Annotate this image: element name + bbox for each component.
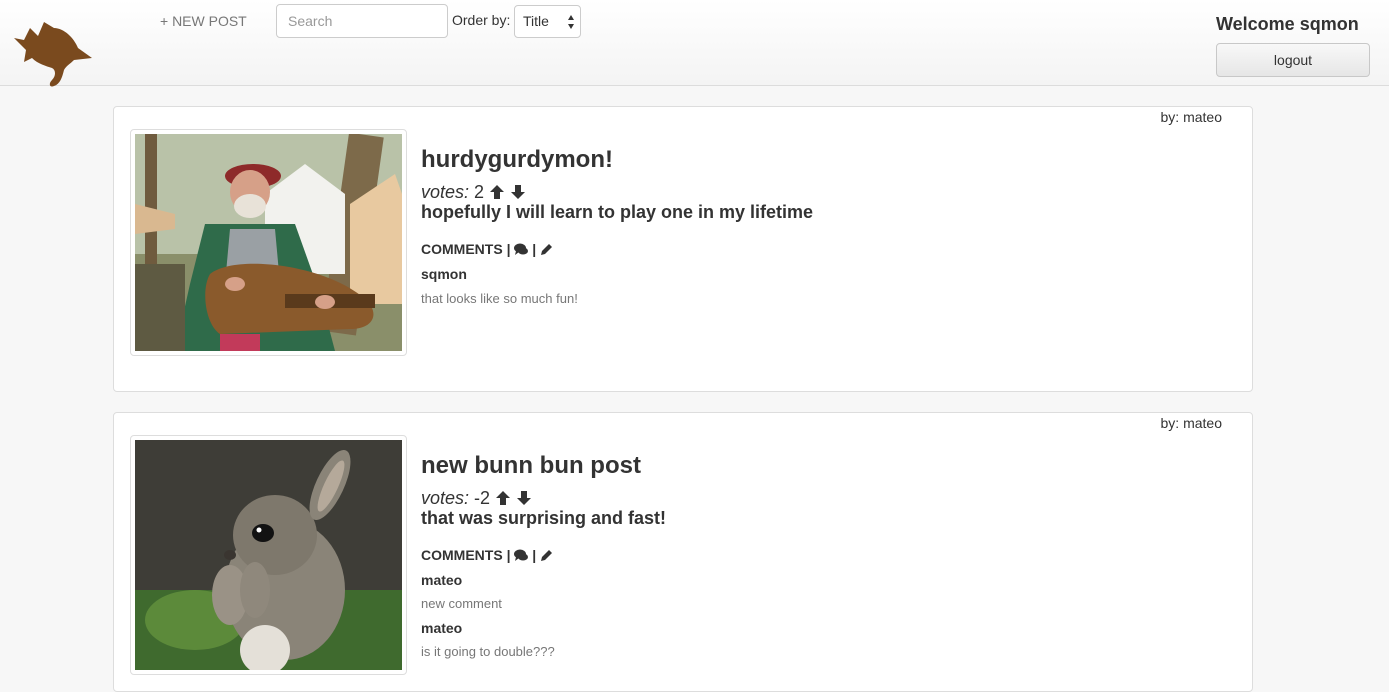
upvote-arrow-icon[interactable] (495, 490, 511, 506)
bunny-photo (135, 440, 402, 670)
logout-button[interactable]: logout (1216, 43, 1370, 77)
votes-count: -2 (474, 488, 491, 508)
welcome-text: Welcome sqmon (1216, 14, 1359, 34)
post-title[interactable]: hurdygurdymon! (421, 146, 613, 174)
order-by-select[interactable]: Title (514, 5, 581, 38)
votes-row: votes: -2 (421, 488, 532, 509)
comment-text: new comment (421, 596, 502, 611)
downvote-arrow-icon[interactable] (516, 490, 532, 506)
separator: | (506, 241, 515, 257)
order-by-value: Title (523, 13, 549, 29)
comment-author: sqmon (421, 266, 467, 282)
upvote-arrow-icon[interactable] (489, 184, 505, 200)
post-card: by: mateo new bunn bun post votes: -2 th… (113, 412, 1253, 692)
comments-bar: COMMENTS | | (421, 547, 553, 563)
post-body: hopefully I will learn to play one in my… (421, 202, 814, 222)
flying-squirrel-logo-icon[interactable] (12, 14, 94, 90)
comments-label[interactable]: COMMENTS (421, 547, 503, 563)
comments-label[interactable]: COMMENTS (421, 241, 503, 257)
post-body: that was surprising and fast! (421, 508, 667, 528)
hurdy-gurdy-photo (135, 134, 402, 351)
select-arrows-icon (568, 15, 574, 29)
post-image[interactable] (130, 129, 407, 356)
separator: | (532, 547, 541, 563)
comment-author: mateo (421, 572, 463, 588)
votes-label: votes: (421, 488, 470, 508)
votes-row: votes: 2 (421, 182, 526, 203)
separator: | (506, 547, 515, 563)
pencil-edit-icon[interactable] (540, 549, 553, 562)
post-author: by: mateo (1160, 109, 1222, 125)
comment-text: that looks like so much fun! (421, 291, 578, 306)
pencil-edit-icon[interactable] (540, 243, 553, 256)
order-by-label: Order by: (452, 12, 511, 28)
post-title[interactable]: new bunn bun post (421, 452, 641, 480)
comment-bubble-icon[interactable] (514, 549, 529, 562)
comment-author: mateo (421, 620, 463, 636)
downvote-arrow-icon[interactable] (510, 184, 526, 200)
votes-label: votes: (421, 182, 470, 202)
top-navbar: + NEW POST Order by: Title Welcome sqmon… (0, 0, 1389, 87)
post-image[interactable] (130, 435, 407, 675)
new-post-link[interactable]: + NEW POST (160, 13, 247, 29)
comment-text: is it going to double??? (421, 644, 555, 659)
separator: | (532, 241, 541, 257)
post-card: by: mateo hurdygurdymon! votes: 2 hopefu… (113, 106, 1253, 392)
comments-bar: COMMENTS | | (421, 241, 553, 257)
comment-bubble-icon[interactable] (514, 243, 529, 256)
search-input[interactable] (276, 4, 448, 38)
votes-count: 2 (474, 182, 485, 202)
post-author: by: mateo (1160, 415, 1222, 431)
